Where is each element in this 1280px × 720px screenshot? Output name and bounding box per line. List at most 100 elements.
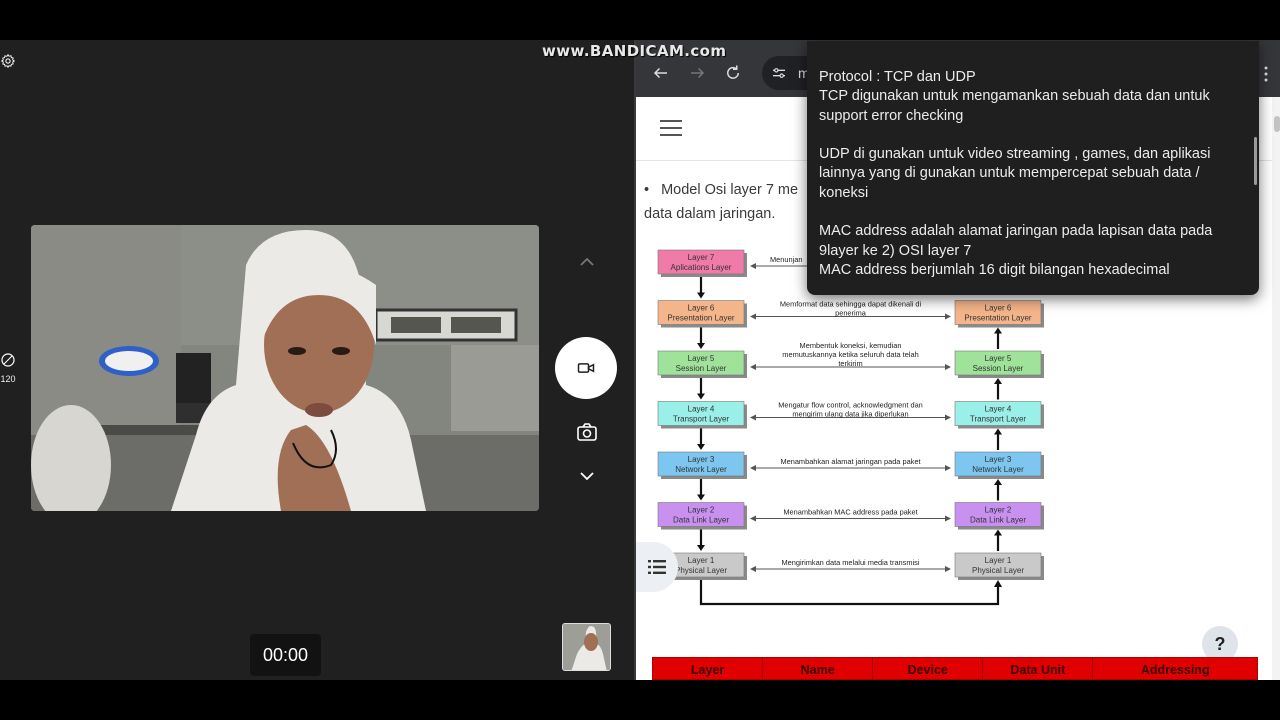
left-layer-number: Layer 7 [688,253,715,262]
down-arrow-head [697,545,705,551]
left-layer-number: Layer 2 [688,506,715,515]
left-layer-name: Presentation Layer [667,314,734,323]
table-header-device: Device [873,658,984,679]
layer-description: Menambahkan alamat jaringan pada paket [780,457,920,466]
site-settings-icon[interactable] [771,65,787,81]
osi-table-header: Layer Name Device Data Unit Addressing [652,657,1258,680]
peer-arrow-left-head [750,414,756,421]
paragraph-line-1: Model Osi layer 7 me [661,182,799,198]
up-arrow-head [994,529,1002,536]
down-arrow-head [697,292,705,299]
table-header-name: Name [763,658,874,679]
up-arrow-head [994,327,1002,334]
left-layer-name: Transport Layer [673,415,730,424]
peer-arrow-left-head [750,364,756,370]
reload-icon[interactable] [724,64,742,82]
peer-arrow-left-head [750,263,756,269]
left-layer-name: Aplications Layer [671,263,732,272]
down-arrow-head [697,343,705,349]
camera-icon[interactable] [575,420,599,444]
list-icon [648,560,666,574]
up-arrow-head [994,479,1002,485]
hamburger-menu-icon[interactable] [660,119,682,137]
right-layer-name: Data Link Layer [970,516,1026,525]
layer-description: terkirim [838,359,862,368]
layer-description: Mengirimkan data melalui media transmisi [781,558,919,567]
page-scrollbar[interactable] [1272,97,1280,680]
right-layer-number: Layer 4 [985,405,1012,414]
right-layer-number: Layer 3 [985,455,1012,464]
layer-description: penerima [835,309,867,318]
right-layer-number: Layer 6 [985,304,1012,313]
left-layer-name: Physical Layer [675,566,727,575]
right-layer-number: Layer 2 [985,506,1012,515]
paragraph-line-2: data dalam jaringan. [644,206,776,222]
down-arrow-head [697,494,705,501]
peer-arrow-right-head [945,364,951,370]
recording-timer: 00:00 [250,634,321,676]
left-layer-number: Layer 5 [688,354,715,363]
right-layer-name: Presentation Layer [964,314,1031,323]
notes-popup: Protocol : TCP dan UDP TCP digunakan unt… [807,41,1259,295]
osi-layer-diagram: Layer 7Aplications LayerLayer 6Presentat… [657,249,1044,606]
peer-arrow-left-head [750,465,756,471]
hdr-icon [1,353,15,367]
layer-description: Menunjan [770,255,802,264]
up-arrow-head [994,428,1002,435]
notes-text: Protocol : TCP dan UDP TCP digunakan unt… [819,69,1213,278]
right-layer-name: Network Layer [972,465,1024,474]
peer-arrow-left-head [750,515,756,522]
notes-scrollbar[interactable] [1254,137,1257,185]
layer-description: memutuskannya ketika seluruh data telah [782,350,918,359]
left-layer-name: Data Link Layer [673,516,729,525]
left-layer-number: Layer 3 [688,455,715,464]
peer-arrow-left-head [750,566,756,572]
peer-arrow-right-head [945,313,951,320]
down-arrow-head [697,393,705,400]
peer-arrow-right-head [945,515,951,522]
layer-description: Memformat data sehingga dapat dikenali d… [780,300,922,309]
left-layer-name: Network Layer [675,465,727,474]
bandicam-watermark: www.BANDICAM.com [542,42,727,60]
left-layer-number: Layer 4 [688,405,715,414]
chevron-down-icon[interactable] [575,464,599,488]
back-arrow-icon[interactable] [652,64,670,82]
camera-app: 120 00:00 [0,40,634,680]
left-layer-number: Layer 1 [688,556,715,565]
right-layer-number: Layer 1 [985,556,1012,565]
browser-menu-icon[interactable] [1264,66,1268,82]
forward-arrow-icon[interactable] [688,64,706,82]
up-arrow-head [994,378,1002,384]
hdr-label: 120 [0,374,16,384]
gear-icon[interactable] [0,53,16,69]
camera-preview [31,225,539,511]
left-layer-name: Session Layer [676,364,727,373]
layer-description: mengirim ulang data jika diperlukan [792,410,908,419]
last-capture-thumbnail[interactable] [562,623,611,671]
page-scrollbar-thumb[interactable] [1274,116,1280,132]
thumbnail-image [563,624,610,670]
peer-arrow-right-head [945,414,951,421]
table-header-data-unit: Data Unit [983,658,1094,679]
table-header-layer: Layer [653,658,764,679]
peer-arrow-right-head [945,465,951,471]
left-layer-number: Layer 6 [688,304,715,313]
camera-feed-image [31,225,539,511]
peer-arrow-right-head [945,566,951,572]
layer-description: Mengatur flow control, acknowledgment da… [778,401,923,410]
chevron-up-icon[interactable] [575,250,599,274]
right-layer-name: Physical Layer [972,566,1024,575]
bullet: • [644,182,650,198]
physical-link-arrow [994,580,1002,587]
right-layer-name: Transport Layer [970,415,1027,424]
layer-description: Menambahkan MAC address pada paket [783,508,917,517]
hdr-toggle[interactable]: 120 [0,352,16,384]
down-arrow-head [697,444,705,450]
video-capture-button[interactable] [555,337,617,399]
table-header-addressing: Addressing [1140,663,1210,677]
video-camera-icon [577,363,595,373]
right-layer-number: Layer 5 [985,354,1012,363]
right-layer-name: Session Layer [973,364,1024,373]
peer-arrow-left-head [750,313,756,320]
physical-link-line [699,580,1000,606]
